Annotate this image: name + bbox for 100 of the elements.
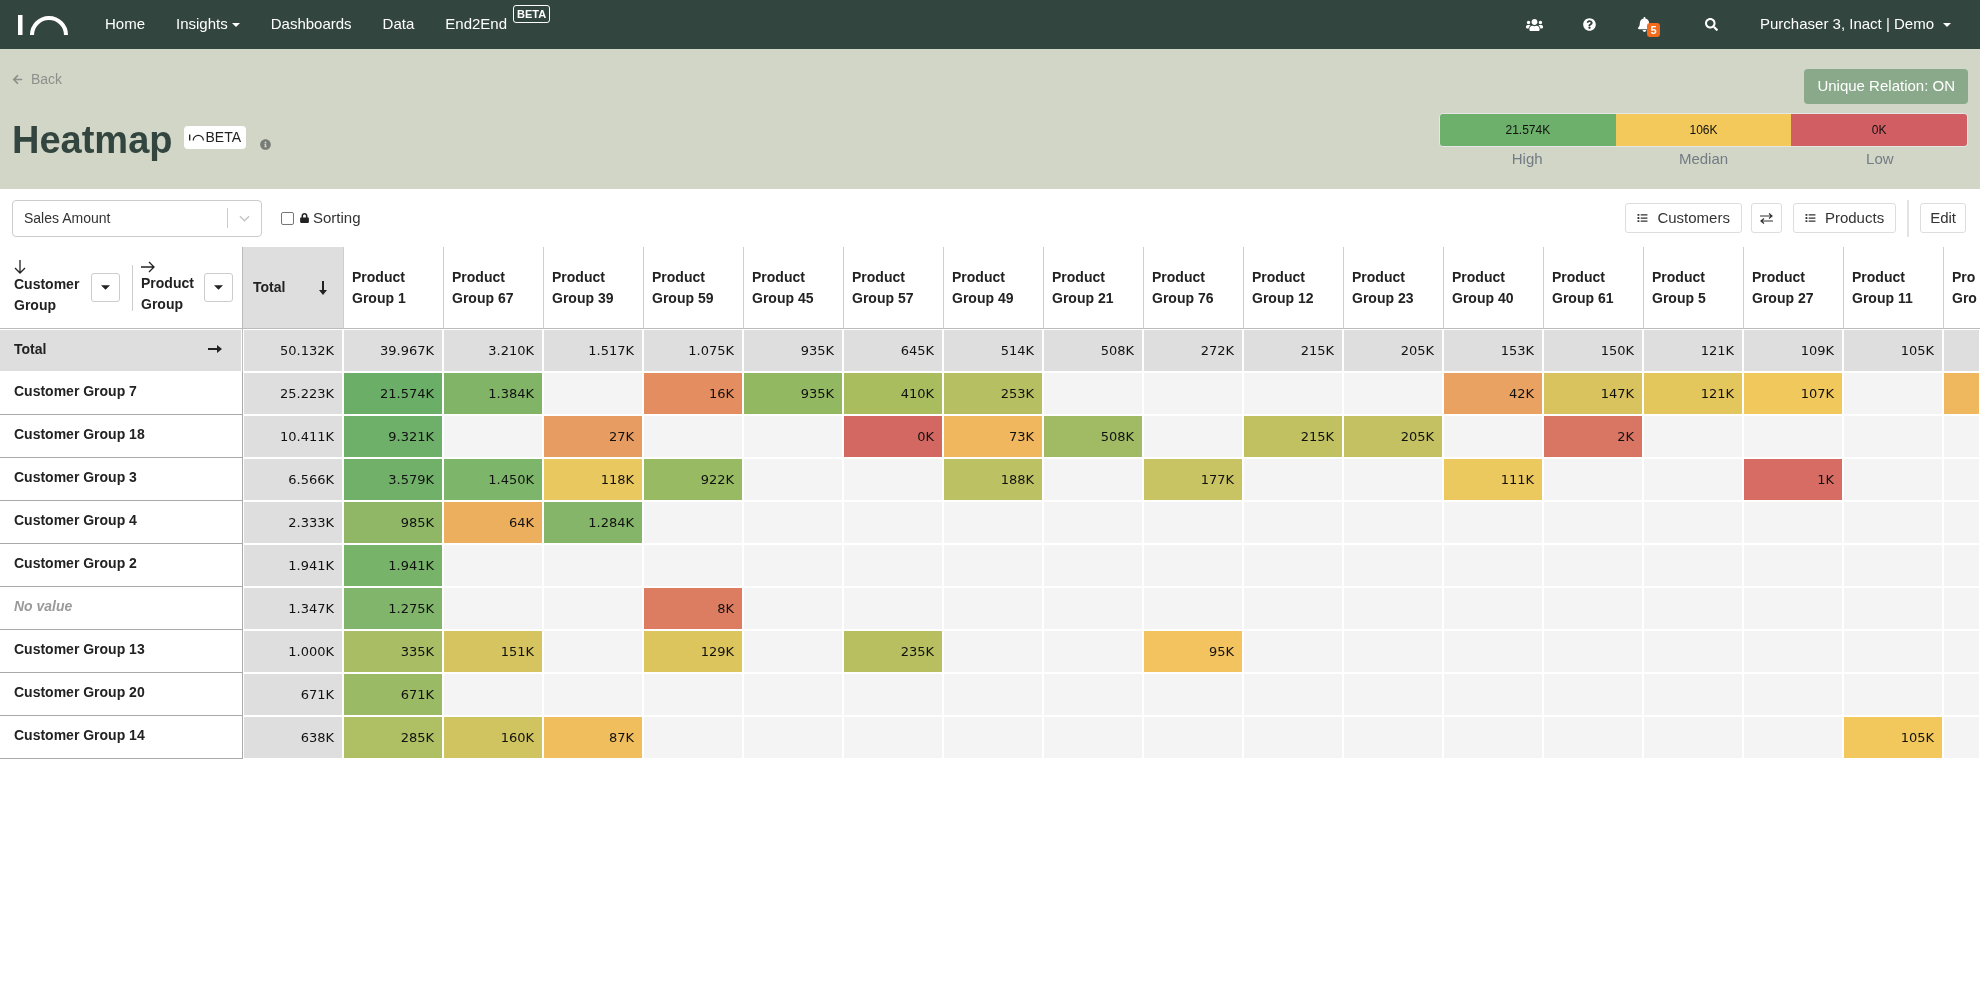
heat-cell: 410K [844, 373, 942, 414]
heat-cell: 985K [344, 502, 442, 543]
logo-icon [188, 133, 204, 141]
measure-select[interactable]: Sales Amount [12, 199, 262, 237]
caret-icon [101, 285, 110, 290]
heat-cell: 105K [1844, 717, 1942, 758]
heat-cell: 8K [644, 588, 742, 629]
heat-cell: 129K [644, 631, 742, 672]
nav-link[interactable]: Home [105, 13, 145, 36]
heat-cell: 160K [444, 717, 542, 758]
row-axis-label: Customer Group [14, 274, 81, 315]
column-total-cell: 1.075K [644, 330, 742, 371]
heat-cell: 671K [344, 674, 442, 715]
axis-dropdown-button[interactable] [204, 273, 233, 302]
column-total-cell: 215K [1244, 330, 1342, 371]
total-column-header[interactable]: Total [243, 247, 343, 329]
column-total-cell: 105K [1844, 330, 1942, 371]
column-total-cell [1944, 330, 1979, 371]
axis-dropdown-button[interactable] [91, 273, 120, 302]
caret-icon [1943, 22, 1951, 27]
heat-cell: 1.284K [544, 502, 642, 543]
column-total-cell: 508K [1044, 330, 1142, 371]
info-icon[interactable] [260, 138, 272, 150]
column-total-cell: 514K [944, 330, 1042, 371]
column-total-cell: 39.967K [344, 330, 442, 371]
column-total-cell: 272K [1144, 330, 1242, 371]
row-total-cell: 10.411K [244, 416, 342, 457]
nav-link[interactable]: Insights [176, 13, 240, 36]
heat-cell: 177K [1144, 459, 1242, 500]
column-total-cell: 121K [1644, 330, 1742, 371]
heat-cell: 935K [744, 373, 842, 414]
row-header: Customer Group 14 [0, 716, 243, 759]
edit-button[interactable]: Edit [1920, 203, 1966, 233]
heat-cell: 1.275K [344, 588, 442, 629]
heat-cell: 64K [444, 502, 542, 543]
heat-cell: 1.450K [444, 459, 542, 500]
total-row-header[interactable]: Total [0, 330, 241, 371]
column-total-cell: 3.210K [444, 330, 542, 371]
row-header: No value [0, 587, 243, 630]
beta-label: BETA [205, 129, 242, 145]
search-icon[interactable] [1705, 18, 1718, 31]
heat-cell: 21.574K [344, 373, 442, 414]
legend-segment: 106K [1615, 114, 1792, 146]
heat-cell: 253K [944, 373, 1042, 414]
column-total-cell: 109K [1744, 330, 1842, 371]
column-total-cell: 935K [744, 330, 842, 371]
nav-link[interactable]: Dashboards [270, 13, 352, 36]
heat-cell: 922K [644, 459, 742, 500]
row-header: Customer Group 13 [0, 630, 243, 673]
swap-axes-button[interactable] [1750, 203, 1782, 233]
heat-cell: 215K [1244, 416, 1342, 457]
heat-cell: 235K [844, 631, 942, 672]
help-icon[interactable] [1583, 18, 1596, 31]
nav-link[interactable]: End2End [445, 13, 508, 36]
heat-cell: 107K [1744, 373, 1842, 414]
column-total-cell: 1.517K [544, 330, 642, 371]
row-total-cell: 671K [244, 674, 342, 715]
legend-label: High [1511, 149, 1543, 169]
list-icon [1804, 213, 1816, 223]
row-header: Customer Group 2 [0, 544, 243, 587]
legend-segment: 0K [1791, 114, 1967, 146]
heat-cell: 147K [1544, 373, 1642, 414]
users-icon[interactable] [1526, 17, 1543, 32]
heat-cell: 2K [1544, 416, 1642, 457]
user-menu[interactable]: Purchaser 3, Inact | Demo [1760, 13, 1951, 36]
legend-label: Low [1866, 149, 1894, 169]
row-total-cell: 2.333K [244, 502, 342, 543]
caret-icon [214, 285, 223, 290]
heat-cell: 1K [1744, 459, 1842, 500]
row-total-cell: 6.566K [244, 459, 342, 500]
heat-cell: 111K [1444, 459, 1542, 500]
heat-cell: 3.579K [344, 459, 442, 500]
heat-cell: 1.384K [444, 373, 542, 414]
arrow-down-icon [14, 259, 26, 274]
column-total-cell: 645K [844, 330, 942, 371]
sorting-checkbox[interactable] [281, 211, 294, 225]
heat-cell: 335K [344, 631, 442, 672]
products-button[interactable]: Products [1792, 203, 1897, 233]
sort-arrow-right-icon [208, 345, 222, 353]
row-header: Customer Group 18 [0, 415, 243, 458]
heat-cell: 121K [1644, 373, 1742, 414]
column-total-cell: 150K [1544, 330, 1642, 371]
row-total-cell: 25.223K [244, 373, 342, 414]
row-total-cell: 1.941K [244, 545, 342, 586]
legend-label: Median [1678, 149, 1729, 169]
heat-cell: 205K [1344, 416, 1442, 457]
row-header: Customer Group 3 [0, 458, 243, 501]
swap-icon [1759, 212, 1773, 224]
sort-arrow-down-icon [319, 280, 327, 295]
sorting-label: Sorting [313, 207, 361, 228]
heat-cell: 16K [644, 373, 742, 414]
grand-total-cell: 50.132K [244, 330, 342, 371]
heat-cell: 27K [544, 416, 642, 457]
column-axis-label: Product Group [141, 273, 195, 314]
customers-button[interactable]: Customers [1625, 203, 1742, 233]
heat-cell: 188K [944, 459, 1042, 500]
heat-cell: 73K [944, 416, 1042, 457]
row-header: Customer Group 7 [0, 372, 243, 415]
nav-link[interactable]: Data [382, 13, 415, 36]
heat-cell: 118K [544, 459, 642, 500]
